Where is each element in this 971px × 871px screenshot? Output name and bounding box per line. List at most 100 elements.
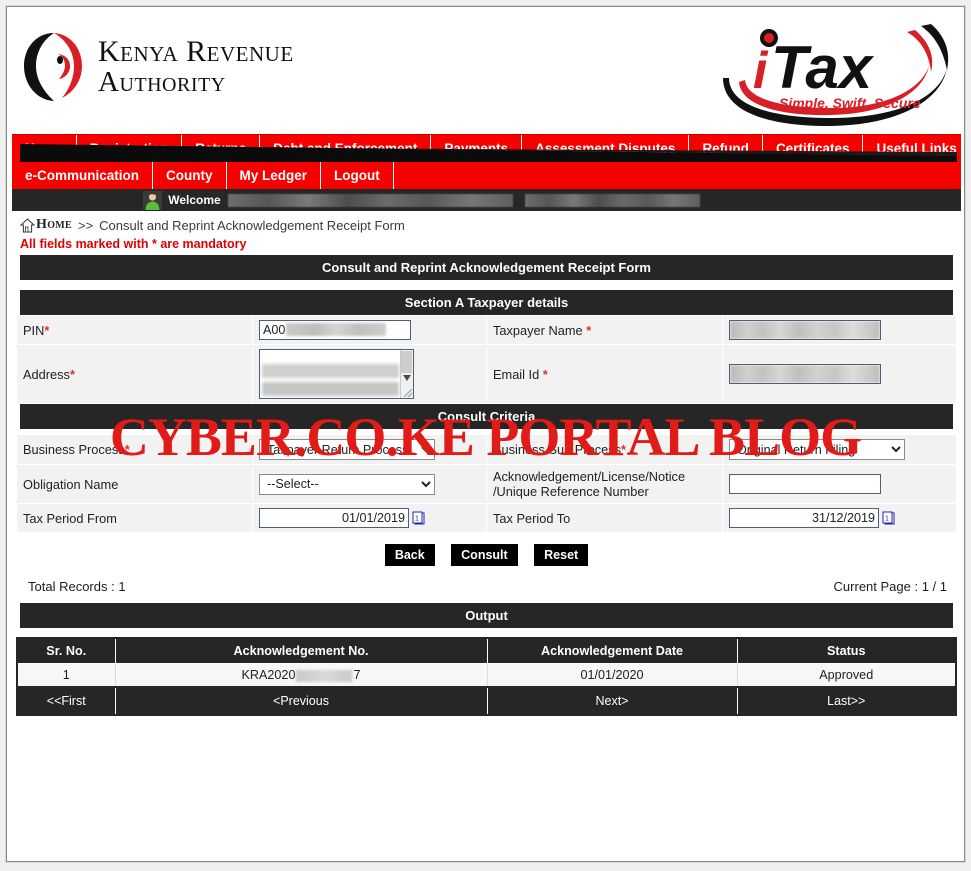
column-header-acknowledgement-no: Acknowledgement No.	[115, 638, 488, 664]
tax-period-from-field-cell: 1	[252, 503, 487, 533]
pagination-last-button[interactable]: Last>>	[737, 686, 956, 715]
ack-number-input[interactable]	[729, 474, 881, 494]
pin-label-text: PIN	[23, 322, 45, 338]
ack-no-redacted	[296, 669, 353, 682]
tax-period-from-wrapper: 1	[259, 508, 425, 528]
taxpayer-name-field-cell	[722, 315, 957, 345]
email-input-redacted[interactable]	[729, 364, 881, 384]
breadcrumb-separator: >>	[77, 217, 94, 233]
form-actions: Back Consult Reset	[12, 533, 961, 572]
ack-no-prefix: KRA2020	[241, 668, 296, 682]
table-row: Business Process* Taxpayer Return Proces…	[16, 434, 957, 465]
pin-input-wrapper	[259, 320, 411, 340]
back-button[interactable]: Back	[384, 544, 435, 566]
table-row: Tax Period From 1	[16, 503, 957, 533]
business-sub-process-label-text: Business Sub Process	[493, 442, 622, 457]
welcome-bar: Welcome	[12, 189, 961, 211]
header-divider-swoosh	[12, 140, 961, 164]
breadcrumb: Home >> Consult and Reprint Acknowledgem…	[12, 211, 961, 233]
business-process-label: Business Process*	[16, 434, 253, 465]
table-row: 1 KRA2020 7 01/01/2020 Approved	[17, 663, 956, 687]
breadcrumb-home-link[interactable]: Home	[36, 217, 72, 233]
nav-item-my-ledger[interactable]: My Ledger	[227, 162, 322, 189]
business-sub-process-select[interactable]: Original Return Filing	[729, 439, 905, 460]
business-process-field-cell: Taxpayer Return Processi	[252, 434, 487, 465]
pagination-next-button[interactable]: Next>	[487, 686, 738, 715]
ack-number-label-line1: Acknowledgement/License/Notice	[493, 469, 686, 484]
ack-number-field-cell	[722, 464, 957, 504]
pagination-first-button[interactable]: <<First	[17, 686, 116, 715]
table-row: Address* Email Id *	[16, 344, 957, 404]
kra-line-2: Authority	[98, 65, 226, 98]
svg-text:i: i	[753, 42, 769, 100]
business-process-label-text: Business Process	[23, 442, 125, 457]
taxpayer-name-label: Taxpayer Name *	[486, 315, 723, 345]
output-header: Output	[20, 603, 953, 628]
obligation-name-select[interactable]: --Select--	[259, 473, 435, 495]
address-field-cell	[252, 344, 487, 404]
required-star: *	[124, 442, 130, 457]
resize-grip-icon[interactable]	[404, 389, 412, 397]
business-process-select[interactable]: Taxpayer Return Processi	[259, 439, 435, 460]
section-a-header: Section A Taxpayer details	[20, 290, 953, 315]
tax-period-from-label: Tax Period From	[16, 503, 253, 533]
home-icon[interactable]	[19, 217, 36, 233]
cell-status: Approved	[737, 663, 956, 687]
redaction-fill	[730, 365, 880, 383]
address-textarea[interactable]	[259, 349, 414, 399]
email-field-cell	[722, 344, 957, 404]
page-content: Kenya Revenue Authority i Tax Simple, Sw…	[12, 12, 961, 855]
breadcrumb-row: Home >> Consult and Reprint Acknowledgem…	[19, 217, 961, 233]
tax-period-to-label: Tax Period To	[486, 503, 723, 533]
total-records-label: Total Records : 1	[28, 579, 126, 594]
column-header-sr-no: Sr. No.	[17, 638, 116, 664]
nav-item-e-communication[interactable]: e-Communication	[12, 162, 154, 189]
reset-button[interactable]: Reset	[534, 544, 589, 566]
taxpayer-name-label-text: Taxpayer Name	[493, 322, 583, 338]
welcome-inner: Welcome	[143, 190, 700, 210]
user-avatar-icon	[143, 190, 163, 210]
page-title: Consult and Reprint Acknowledgement Rece…	[20, 255, 953, 280]
table-header-row: Sr. No. Acknowledgement No. Acknowledgem…	[17, 638, 956, 664]
scrollbar-thumb[interactable]	[401, 351, 412, 373]
mandatory-fields-notice: All fields marked with * are mandatory	[20, 237, 247, 251]
required-star: *	[69, 366, 75, 382]
breadcrumb-current: Consult and Reprint Acknowledgement Rece…	[99, 217, 405, 233]
cell-sr-no: 1	[17, 663, 116, 687]
cell-acknowledgement-no: KRA2020 7	[115, 663, 488, 687]
tax-period-to-input[interactable]	[729, 508, 879, 528]
calendar-icon[interactable]: 1	[412, 511, 425, 526]
scroll-down-arrow-icon[interactable]	[403, 375, 411, 381]
table-row: PIN* Taxpayer Name *	[16, 315, 957, 345]
taxpayer-name-input-redacted[interactable]	[729, 320, 881, 340]
consult-criteria-table: Business Process* Taxpayer Return Proces…	[16, 434, 957, 533]
calendar-icon[interactable]: 1	[882, 511, 895, 526]
current-page-label: Current Page : 1 / 1	[833, 579, 947, 594]
svg-text:Tax: Tax	[771, 34, 875, 101]
obligation-name-field-cell: --Select--	[252, 464, 487, 504]
required-star: *	[44, 322, 50, 338]
table-row: Obligation Name --Select-- Acknowledgeme…	[16, 464, 957, 504]
required-star: *	[621, 442, 627, 457]
consult-button[interactable]: Consult	[451, 544, 518, 566]
itax-logo: i Tax Simple, Swift, Secure	[709, 16, 951, 128]
nav-spacer-2	[394, 162, 961, 189]
kra-logo: Kenya Revenue Authority	[20, 30, 294, 104]
pagination-previous-button[interactable]: <Previous	[115, 686, 488, 715]
column-header-status: Status	[737, 638, 956, 664]
pagination-row: <<First <Previous Next> Last>>	[17, 686, 956, 715]
nav-item-logout[interactable]: Logout	[321, 162, 394, 189]
browser-window-frame: Kenya Revenue Authority i Tax Simple, Sw…	[6, 6, 965, 862]
tax-period-from-input[interactable]	[259, 508, 409, 528]
nav-item-county[interactable]: County	[153, 162, 227, 189]
welcome-user-name-redacted	[227, 193, 513, 207]
tax-period-to-wrapper: 1	[729, 508, 895, 528]
welcome-user-extra-redacted	[524, 193, 700, 207]
kra-line-1: Kenya Revenue	[98, 34, 294, 68]
email-label: Email Id *	[486, 344, 723, 404]
obligation-name-label: Obligation Name	[16, 464, 253, 504]
pin-value-redacted	[286, 323, 386, 336]
required-star: *	[542, 366, 548, 382]
business-sub-process-field-cell: Original Return Filing	[722, 434, 957, 465]
